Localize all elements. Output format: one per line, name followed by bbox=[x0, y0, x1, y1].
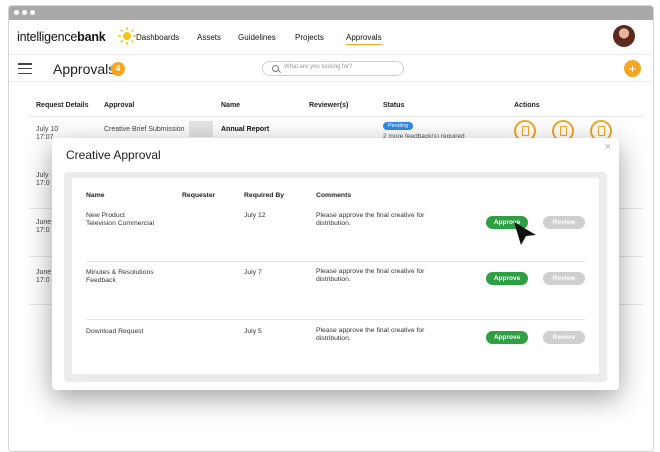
table-header-divider bbox=[29, 116, 643, 117]
nav-assets[interactable]: Assets bbox=[197, 33, 221, 42]
user-avatar[interactable] bbox=[613, 25, 635, 47]
column-header-comments: Comments bbox=[316, 192, 352, 199]
top-navigation: intelligencebank Dashboards Assets Guide… bbox=[9, 20, 653, 54]
logo-text-bold: bank bbox=[77, 30, 106, 44]
approvals-count-badge: 4 bbox=[111, 62, 125, 76]
window-minimize-dot[interactable] bbox=[22, 10, 27, 15]
plus-icon: + bbox=[628, 61, 637, 76]
nav-approvals[interactable]: Approvals bbox=[346, 33, 382, 45]
column-header-required-by: Required By bbox=[244, 192, 285, 199]
approval-comment: Please approve the final creative for dis… bbox=[316, 327, 425, 343]
nav-dashboards[interactable]: Dashboards bbox=[136, 33, 179, 42]
column-header-approval: Approval bbox=[104, 102, 135, 109]
row-name: Annual Report bbox=[221, 126, 270, 133]
status-badge: Pending bbox=[383, 122, 414, 130]
add-button[interactable]: + bbox=[624, 60, 641, 77]
row-time: 17:07 bbox=[36, 134, 54, 141]
approval-name: Download Request bbox=[86, 328, 144, 335]
window-maximize-dot[interactable] bbox=[30, 10, 35, 15]
row-date: June bbox=[36, 219, 52, 226]
row-time: 17:0 bbox=[36, 277, 50, 284]
window-titlebar bbox=[9, 6, 653, 20]
row-date: July bbox=[36, 172, 49, 179]
approval-required-by: July 12 bbox=[244, 212, 266, 219]
row-thumbnail bbox=[189, 121, 213, 137]
row-date: July 10 bbox=[36, 126, 59, 133]
column-header-status: Status bbox=[383, 102, 405, 109]
approval-comment: Please approve the final creative for dis… bbox=[316, 212, 425, 228]
approve-button[interactable]: Approve bbox=[486, 272, 528, 285]
sun-logo-icon bbox=[118, 27, 136, 45]
page-subheader: Approvals 4 What are you looking for? + bbox=[9, 54, 653, 82]
nav-guidelines[interactable]: Guidelines bbox=[238, 33, 276, 42]
creative-approval-modal: Creative Approval × Name Requester Requi… bbox=[52, 138, 619, 390]
page-title: Approvals bbox=[53, 61, 116, 77]
brand-logo[interactable]: intelligencebank bbox=[17, 30, 106, 44]
approval-list: Name Requester Required By Comments New … bbox=[72, 178, 599, 378]
approval-name: New Product Television Commercial bbox=[86, 212, 154, 228]
row-time: 17:0 bbox=[36, 227, 50, 234]
approve-button[interactable]: Approve bbox=[486, 331, 528, 344]
column-header-name: Name bbox=[86, 192, 105, 199]
column-header-request-details: Request Details bbox=[36, 102, 89, 109]
approval-required-by: July 7 bbox=[244, 269, 262, 276]
review-button[interactable]: Review bbox=[543, 216, 585, 229]
review-button[interactable]: Review bbox=[543, 331, 585, 344]
mouse-pointer-icon bbox=[514, 222, 536, 245]
hamburger-menu-icon[interactable] bbox=[18, 63, 32, 75]
row-date: June bbox=[36, 269, 52, 276]
approval-row: Download Request July 5 Please approve t… bbox=[72, 320, 599, 378]
approval-comment: Please approve the final creative for dis… bbox=[316, 268, 425, 284]
approval-required-by: July 5 bbox=[244, 328, 262, 335]
row-divider bbox=[86, 377, 585, 378]
close-icon[interactable]: × bbox=[605, 141, 611, 153]
logo-text-regular: intelligence bbox=[17, 30, 78, 44]
search-field[interactable]: What are you looking for? bbox=[262, 61, 404, 76]
search-icon bbox=[272, 65, 279, 72]
column-header-actions: Actions bbox=[514, 102, 540, 109]
approval-row: Minutes & Resolutions Feedback July 7 Ple… bbox=[72, 262, 599, 320]
review-button[interactable]: Review bbox=[543, 272, 585, 285]
row-time: 17:0 bbox=[36, 180, 50, 187]
modal-title: Creative Approval bbox=[66, 148, 161, 162]
column-header-requester: Requester bbox=[182, 192, 216, 199]
approval-name: Minutes & Resolutions Feedback bbox=[86, 269, 154, 285]
column-header-name: Name bbox=[221, 102, 241, 109]
search-placeholder: What are you looking for? bbox=[284, 64, 353, 70]
nav-projects[interactable]: Projects bbox=[295, 33, 324, 42]
column-header-reviewers: Reviewer(s) bbox=[309, 102, 349, 109]
row-approval: Creative Brief Submission bbox=[104, 126, 185, 133]
window-close-dot[interactable] bbox=[14, 10, 19, 15]
modal-body: Name Requester Required By Comments New … bbox=[64, 172, 607, 382]
